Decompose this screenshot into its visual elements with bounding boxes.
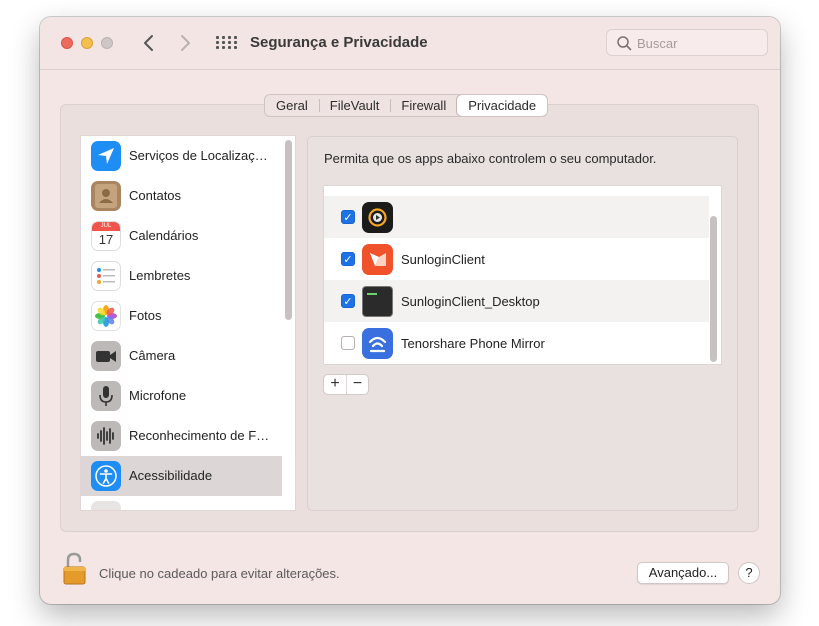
add-remove-control: + − xyxy=(323,374,369,395)
sunlogin-icon xyxy=(362,244,393,275)
calendar-month: JUL xyxy=(92,222,120,231)
sidebar-item-microphone[interactable]: Microfone xyxy=(81,376,282,416)
accessibility-icon xyxy=(91,461,121,491)
list-scrollbar[interactable] xyxy=(710,216,717,362)
app-name: SunloginClient_Desktop xyxy=(401,294,540,309)
sidebar-item-speech-recognition[interactable]: Reconhecimento de F… xyxy=(81,416,282,456)
preferences-window: Segurança e Privacidade Geral FileVault … xyxy=(40,17,780,604)
search-icon xyxy=(617,36,632,51)
window-title: Segurança e Privacidade xyxy=(250,34,428,51)
list-item[interactable]: ✓ xyxy=(324,196,709,238)
titlebar: Segurança e Privacidade xyxy=(40,17,780,70)
forward-button[interactable] xyxy=(175,32,195,54)
add-app-button[interactable]: + xyxy=(324,375,346,394)
sidebar-item-label: Contatos xyxy=(129,188,182,203)
tab-privacidade[interactable]: Privacidade xyxy=(457,95,548,116)
minimize-window-button[interactable] xyxy=(81,37,93,49)
terminal-icon xyxy=(362,286,393,317)
checkbox-checked[interactable]: ✓ xyxy=(341,294,355,308)
calendar-day: 17 xyxy=(98,232,114,247)
search-input[interactable] xyxy=(635,34,761,52)
list-item-partial[interactable] xyxy=(324,185,709,186)
app-list: ✓ ✓ SunloginClient ✓ SunloginClient_Desk… xyxy=(323,185,722,365)
contacts-icon xyxy=(91,181,121,211)
app-name: Tenorshare Phone Mirror xyxy=(401,336,545,351)
camera-app-icon xyxy=(362,202,393,233)
tab-filevault[interactable]: FileVault xyxy=(318,95,391,116)
sidebar-item-calendars[interactable]: JUL 17 Calendários xyxy=(81,216,282,256)
sidebar-item-camera[interactable]: Câmera xyxy=(81,336,282,376)
back-button[interactable] xyxy=(139,32,159,54)
microphone-icon xyxy=(91,381,121,411)
sidebar-item-photos[interactable]: Fotos xyxy=(81,296,282,336)
sidebar-item-label: Reconhecimento de F… xyxy=(129,428,270,443)
app-name: SunloginClient xyxy=(401,252,485,267)
tab-geral[interactable]: Geral xyxy=(265,95,319,116)
sidebar-item-label: Fotos xyxy=(129,308,162,323)
location-arrow-icon xyxy=(91,141,121,171)
search-field[interactable] xyxy=(606,29,768,56)
calendar-icon: JUL 17 xyxy=(91,221,121,251)
chevron-right-icon xyxy=(181,35,190,51)
lock-status-text: Clique no cadeado para evitar alterações… xyxy=(99,566,340,581)
help-button[interactable]: ? xyxy=(738,562,760,584)
sidebar-item-reminders[interactable]: Lembretes xyxy=(81,256,282,296)
remove-app-button[interactable]: − xyxy=(345,375,368,394)
app-icon xyxy=(91,501,121,510)
privacy-sidebar: Serviços de Localizaç… Contatos JUL 17 C… xyxy=(80,135,296,511)
photos-icon xyxy=(91,301,121,331)
sidebar-item-label: Calendários xyxy=(129,228,199,243)
sidebar-item-contacts[interactable]: Contatos xyxy=(81,176,282,216)
list-item[interactable]: Tenorshare Phone Mirror xyxy=(324,322,709,364)
sidebar-item-accessibility[interactable]: Acessibilidade xyxy=(81,456,282,496)
sidebar-scrollbar[interactable] xyxy=(285,140,292,320)
tab-firewall[interactable]: Firewall xyxy=(390,95,457,116)
camera-icon xyxy=(91,341,121,371)
accessibility-panel: Permita que os apps abaixo controlem o s… xyxy=(307,136,738,511)
sidebar-item-partial[interactable] xyxy=(81,496,282,510)
tab-bar: Geral FileVault Firewall Privacidade xyxy=(264,94,549,117)
sidebar-item-location[interactable]: Serviços de Localizaç… xyxy=(81,136,282,176)
zoom-window-button[interactable] xyxy=(101,37,113,49)
sidebar-item-label: Lembretes xyxy=(129,268,191,283)
sidebar-item-label: Microfone xyxy=(129,388,187,403)
show-all-grid-icon[interactable] xyxy=(216,36,237,50)
checkbox-unchecked[interactable] xyxy=(341,336,355,350)
reminders-icon xyxy=(91,261,121,291)
sidebar-item-label: Serviços de Localizaç… xyxy=(129,148,268,163)
checkbox-checked[interactable]: ✓ xyxy=(341,252,355,266)
panel-description: Permita que os apps abaixo controlem o s… xyxy=(324,151,657,166)
sidebar-item-label: Acessibilidade xyxy=(129,468,213,483)
phone-mirror-icon xyxy=(362,328,393,359)
checkbox-checked[interactable]: ✓ xyxy=(341,210,355,224)
speech-recognition-icon xyxy=(91,421,121,451)
list-item[interactable]: ✓ SunloginClient_Desktop xyxy=(324,280,709,322)
lock-open-icon[interactable] xyxy=(61,552,91,586)
list-item[interactable]: ✓ SunloginClient xyxy=(324,238,709,280)
sidebar-item-label: Câmera xyxy=(129,348,176,363)
close-window-button[interactable] xyxy=(61,37,73,49)
advanced-button[interactable]: Avançado... xyxy=(637,562,729,584)
chevron-left-icon xyxy=(144,35,153,51)
